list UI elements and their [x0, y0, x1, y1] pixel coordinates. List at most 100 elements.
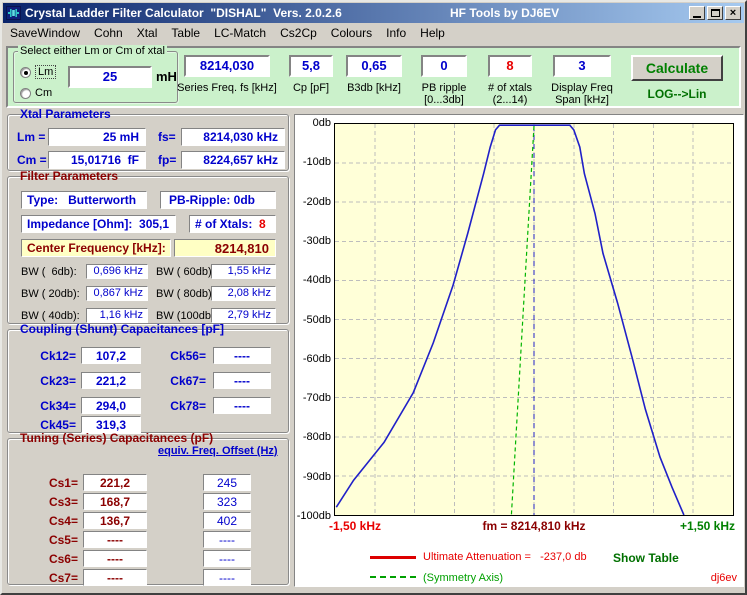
- pb-ripple-value: PB-Ripple: 0db: [160, 191, 276, 209]
- symmetry-legend-label: (Symmetry Axis): [423, 572, 504, 584]
- ck45-label: Ck45=: [40, 418, 76, 432]
- y-label-10: -10db: [302, 156, 331, 168]
- coupling-title: Coupling (Shunt) Capacitances [pF]: [20, 322, 224, 336]
- cs1-label: Cs1=: [48, 476, 78, 490]
- x-label-right: +1,50 kHz: [679, 519, 735, 533]
- menu-info[interactable]: Info: [379, 25, 413, 41]
- bw80-value: 2,08 kHz: [211, 286, 276, 301]
- coupling-panel: Coupling (Shunt) Capacitances [pF] Ck12=…: [7, 322, 289, 433]
- cs1-value: 221,2: [83, 474, 147, 491]
- bw6-value: 0,696 kHz: [86, 264, 148, 279]
- radio-lm-label[interactable]: Lm: [35, 65, 57, 79]
- bw40-value: 1,16 kHz: [86, 308, 148, 323]
- x-label-center: fm = 8214,810 kHz: [482, 519, 586, 533]
- ck23-label: Ck23=: [40, 374, 76, 388]
- lm-input[interactable]: 25: [68, 66, 152, 88]
- filter-parameters-panel: Filter Parameters Type: Butterworth PB-R…: [7, 169, 289, 324]
- cs3-label: Cs3=: [48, 495, 78, 509]
- close-button[interactable]: ×: [725, 6, 741, 20]
- lm-value: 25 mH: [48, 128, 146, 146]
- response-plot-svg: [335, 124, 733, 516]
- radio-lm-icon[interactable]: [20, 66, 31, 78]
- crystal-app-icon[interactable]: [6, 6, 21, 20]
- menu-xtal[interactable]: Xtal: [130, 25, 165, 41]
- tuning-panel: Tuning (Series) Capacitances (pF) equiv.…: [7, 431, 289, 586]
- ck12-label: Ck12=: [40, 349, 76, 363]
- tuning-title: Tuning (Series) Capacitances (pF): [20, 431, 214, 445]
- cs7-value: ----: [83, 569, 147, 586]
- maximize-button[interactable]: [707, 6, 723, 20]
- num-xtals-display: # of Xtals: 8: [189, 215, 276, 233]
- bw40-label: BW ( 40db):: [21, 310, 80, 322]
- radio-cm-label[interactable]: Cm: [35, 87, 52, 99]
- bw80-label: BW ( 80db):: [156, 288, 215, 300]
- cs6-label: Cs6=: [48, 552, 78, 566]
- title-bar[interactable]: Crystal Ladder Filter Calculator "DISHAL…: [3, 3, 744, 23]
- radio-cm-icon[interactable]: [20, 87, 31, 99]
- minimize-button[interactable]: [689, 6, 705, 20]
- y-label-70: -70db: [302, 392, 331, 404]
- series-freq-input[interactable]: 8214,030: [184, 55, 270, 77]
- fs-label: fs=: [158, 130, 176, 144]
- cm-label: Cm =: [17, 153, 47, 167]
- fp-label: fp=: [158, 153, 177, 167]
- bw20-label: BW ( 20db):: [21, 288, 80, 300]
- span-input[interactable]: 3: [553, 55, 611, 77]
- span-label2: Span [kHz]: [555, 94, 609, 106]
- attenuation-legend-line: [370, 556, 416, 559]
- ck78-value: ----: [213, 397, 271, 414]
- num-xtals-input[interactable]: 8: [488, 55, 532, 77]
- menu-colours[interactable]: Colours: [324, 25, 379, 41]
- pb-ripple-input[interactable]: 0: [421, 55, 467, 77]
- watermark: dj6ev: [710, 572, 737, 584]
- center-freq-label: Center Frequency [kHz]:: [21, 239, 171, 257]
- cs3-value: 168,7: [83, 493, 147, 510]
- radio-lm[interactable]: Lm: [20, 65, 57, 79]
- radio-cm[interactable]: Cm: [20, 87, 52, 99]
- cs4-label: Cs4=: [48, 514, 78, 528]
- input-panel: Select either Lm or Cm of xtal Lm Cm 25 …: [6, 45, 741, 108]
- num-xtals-label2: (2...14): [492, 94, 528, 106]
- cs7-offset: ----: [203, 569, 251, 586]
- span-label1: Display Freq: [551, 82, 613, 94]
- lm-label: Lm =: [17, 130, 46, 144]
- menu-table[interactable]: Table: [164, 25, 207, 41]
- menu-cs2cp[interactable]: Cs2Cp: [273, 25, 324, 41]
- menu-cohn[interactable]: Cohn: [87, 25, 130, 41]
- cp-input[interactable]: 5,8: [289, 55, 333, 77]
- ck67-value: ----: [213, 372, 271, 389]
- cs5-label: Cs5=: [48, 533, 78, 547]
- calculate-button[interactable]: Calculate: [631, 55, 723, 81]
- num-xtals-display-value: 8: [259, 217, 266, 231]
- cs3-offset: 323: [203, 493, 251, 510]
- y-label-50: -50db: [302, 314, 331, 326]
- menu-lc-match[interactable]: LC-Match: [207, 25, 273, 41]
- cs6-value: ----: [83, 550, 147, 567]
- maximize-icon: [710, 9, 720, 17]
- y-label-80: -80db: [302, 431, 331, 443]
- ck67-label: Ck67=: [170, 374, 206, 388]
- ck34-value: 294,0: [81, 397, 141, 414]
- show-table-button[interactable]: Show Table: [613, 551, 679, 565]
- series-freq-label: Series Freq. fs [kHz]: [177, 82, 277, 94]
- log-lin-toggle[interactable]: LOG-->Lin: [631, 87, 723, 101]
- response-plot: [334, 123, 734, 516]
- freq-offset-header-link[interactable]: equiv. Freq. Offset (Hz): [158, 445, 278, 457]
- filter-type-value: Type: Butterworth: [21, 191, 147, 209]
- filter-parameters-title: Filter Parameters: [20, 169, 119, 183]
- cs5-offset: ----: [203, 531, 251, 548]
- response-graph-panel: 0db -10db -20db -30db -40db -50db -60db …: [294, 114, 744, 587]
- y-label-0: 0db: [312, 117, 331, 129]
- menu-help[interactable]: Help: [413, 25, 452, 41]
- bw100-value: 2,79 kHz: [211, 308, 276, 323]
- bw60-value: 1,55 kHz: [211, 264, 276, 279]
- center-freq-value: 8214,810: [174, 239, 276, 257]
- menu-savewindow[interactable]: SaveWindow: [3, 25, 87, 41]
- b3db-input[interactable]: 0,65: [346, 55, 402, 77]
- fp-value: 8224,657 kHz: [181, 151, 285, 169]
- y-label-20: -20db: [302, 196, 331, 208]
- window-title: Crystal Ladder Filter Calculator "DISHAL…: [25, 6, 342, 20]
- cs5-value: ----: [83, 531, 147, 548]
- window-title-right: HF Tools by DJ6EV: [450, 6, 560, 20]
- bw100-label: BW (100db):: [156, 310, 218, 322]
